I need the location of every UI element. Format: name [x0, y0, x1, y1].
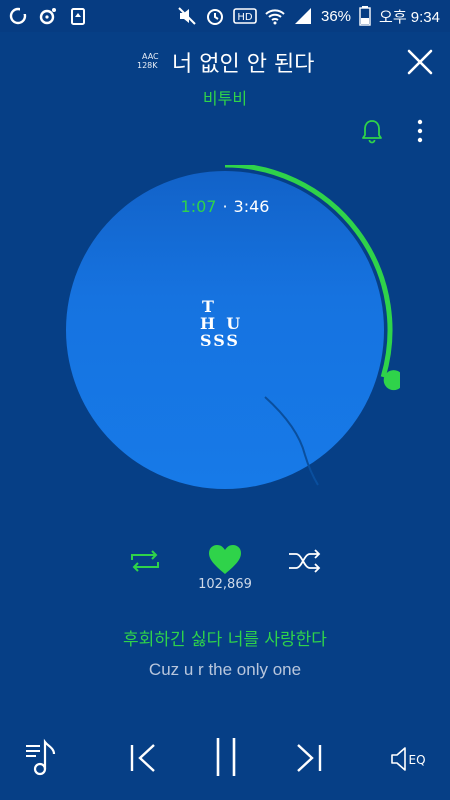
- codec-bitrate: 128K: [137, 61, 158, 70]
- wifi-icon: [265, 6, 285, 26]
- next-icon: [297, 744, 322, 772]
- repeat-icon: [131, 550, 159, 572]
- next-button[interactable]: [294, 742, 324, 774]
- album-art-line2: H U: [200, 314, 241, 333]
- album-art-line3: SSS: [200, 331, 240, 350]
- heart-icon: [209, 545, 241, 574]
- time-display: 1:07 · 3:46: [0, 197, 450, 216]
- shuffle-icon: [289, 549, 321, 573]
- shuffle-button[interactable]: [287, 548, 323, 574]
- notification-icons: [0, 6, 88, 26]
- more-vertical-icon: [417, 119, 423, 143]
- bell-icon: [362, 120, 382, 144]
- elapsed-time: 1:07: [180, 197, 217, 216]
- album-art-logo: T H U SSS: [200, 298, 256, 360]
- time-separator: ·: [222, 197, 228, 216]
- playlist-music-icon: [26, 738, 56, 776]
- previous-button[interactable]: [128, 742, 158, 774]
- current-lyric[interactable]: 후회하긴 싫다 너를 사랑한다: [0, 625, 450, 650]
- battery-icon: [359, 6, 371, 26]
- signal-icon: [293, 6, 313, 26]
- mute-icon: [177, 6, 197, 26]
- speaker-eq-icon: EQ: [391, 747, 426, 771]
- status-bar: HD 36% 오후 9:34: [0, 0, 450, 32]
- hd-icon: HD: [233, 6, 257, 26]
- svg-text:HD: HD: [237, 12, 253, 23]
- equalizer-button[interactable]: EQ: [388, 744, 430, 774]
- codec-format: AAC: [142, 52, 159, 61]
- total-time: 3:46: [233, 197, 270, 216]
- alarm-icon: [205, 6, 225, 26]
- close-button[interactable]: [406, 48, 434, 76]
- pause-button[interactable]: [212, 736, 240, 778]
- lyric-translation[interactable]: Cuz u r the only one: [0, 660, 450, 680]
- close-icon: [407, 49, 433, 75]
- album-art-line1: T: [202, 297, 214, 316]
- like-button[interactable]: [207, 544, 243, 576]
- battery-percent: 36%: [321, 7, 352, 25]
- pause-icon: [216, 738, 236, 776]
- system-icons: HD 36% 오후 9:34: [177, 6, 450, 27]
- more-options-button[interactable]: [413, 118, 427, 144]
- codec-badge: AAC 128K: [137, 52, 159, 70]
- song-title: 너 없인 안 된다: [172, 52, 315, 77]
- artist-name[interactable]: 비투비: [0, 85, 450, 109]
- alarm-button[interactable]: [360, 118, 384, 144]
- previous-icon: [130, 744, 155, 772]
- clock: 오후 9:34: [379, 8, 440, 26]
- playlist-button[interactable]: [24, 738, 64, 778]
- like-count: 102,869: [198, 577, 252, 592]
- eq-label: EQ: [408, 753, 425, 767]
- app-notification-icon: [8, 6, 28, 26]
- recycle-notification-icon: [68, 6, 88, 26]
- music-notification-icon: [38, 6, 58, 26]
- repeat-button[interactable]: [128, 548, 162, 574]
